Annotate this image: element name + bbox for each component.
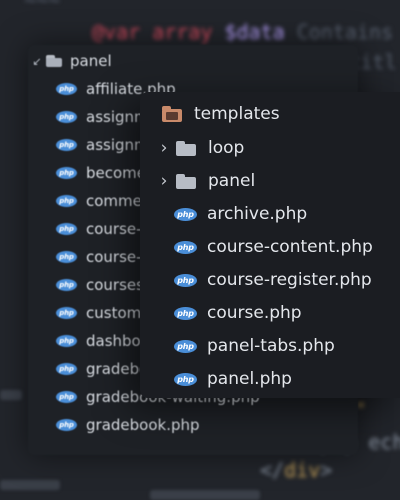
file-explorer-panel-front: templates › loop › panel php archive.php … bbox=[140, 92, 400, 398]
tree-file[interactable]: php dashbo bbox=[56, 327, 141, 355]
tree-file[interactable]: php course- bbox=[56, 215, 142, 243]
chevron-down-icon[interactable]: ↙ bbox=[28, 55, 46, 68]
file-label: panel-tabs.php bbox=[207, 336, 335, 356]
tree-file[interactable]: php gradebook.php bbox=[56, 411, 200, 439]
php-file-icon: php bbox=[56, 279, 77, 291]
file-label: gradebo bbox=[86, 360, 149, 378]
php-file-icon: php bbox=[174, 372, 197, 386]
tree-file[interactable]: php course- bbox=[56, 243, 142, 271]
file-label: panel.php bbox=[207, 369, 292, 389]
php-file-icon: php bbox=[56, 167, 77, 179]
php-file-icon: php bbox=[56, 111, 77, 123]
php-file-icon: php bbox=[56, 83, 77, 95]
file-label: dashbo bbox=[86, 332, 141, 350]
tree-file[interactable]: php archive.php bbox=[174, 198, 307, 230]
file-label: courses bbox=[86, 276, 144, 294]
tree-folder-panel[interactable]: › panel bbox=[152, 165, 256, 197]
tree-file[interactable]: php become bbox=[56, 159, 146, 187]
php-file-icon: php bbox=[56, 335, 77, 347]
file-label: custom bbox=[86, 304, 142, 322]
folder-open-icon bbox=[46, 55, 62, 67]
php-file-icon: php bbox=[56, 363, 77, 375]
tree-file[interactable]: php assignm bbox=[56, 131, 149, 159]
code-blur bbox=[0, 480, 60, 490]
tree-file[interactable]: php courses bbox=[56, 271, 144, 299]
code-line: @var array $data Contains bbox=[92, 20, 394, 44]
php-file-icon: php bbox=[174, 339, 197, 353]
tree-file[interactable]: php assignm bbox=[56, 103, 149, 131]
folder-label: panel bbox=[70, 52, 112, 70]
tree-file[interactable]: php panel-tabs.php bbox=[174, 330, 335, 362]
code-line: ~~~ bbox=[0, 0, 61, 12]
tree-folder-panel[interactable]: ↙ panel bbox=[28, 47, 112, 75]
folder-icon bbox=[176, 140, 196, 156]
file-label: course-content.php bbox=[207, 237, 373, 257]
file-label: course-register.php bbox=[207, 270, 372, 290]
folder-icon bbox=[176, 173, 196, 189]
tree-file[interactable]: php comme bbox=[56, 187, 142, 215]
tree-file[interactable]: php course-content.php bbox=[174, 231, 373, 263]
file-label: comme bbox=[86, 192, 142, 210]
code-line: </div> bbox=[260, 458, 333, 482]
php-file-icon: php bbox=[56, 195, 77, 207]
chevron-right-icon[interactable]: › bbox=[152, 171, 176, 191]
tree-file[interactable]: php gradebo bbox=[56, 355, 148, 383]
folder-label: templates bbox=[194, 104, 280, 124]
file-label: archive.php bbox=[207, 204, 308, 224]
php-file-icon: php bbox=[56, 139, 77, 151]
tree-file[interactable]: php panel.php bbox=[174, 363, 292, 395]
file-label: course.php bbox=[207, 303, 302, 323]
tree-file[interactable]: php course.php bbox=[174, 297, 302, 329]
code-blur bbox=[0, 390, 22, 400]
templates-folder-icon bbox=[162, 106, 182, 122]
php-file-icon: php bbox=[56, 223, 77, 235]
folder-label: panel bbox=[208, 171, 256, 191]
php-file-icon: php bbox=[56, 391, 77, 403]
tree-folder-loop[interactable]: › loop bbox=[152, 132, 245, 164]
php-file-icon: php bbox=[174, 207, 197, 221]
tree-file[interactable]: php course-register.php bbox=[174, 264, 372, 296]
code-blur bbox=[150, 490, 260, 500]
file-label: course- bbox=[86, 248, 142, 266]
php-file-icon: php bbox=[174, 240, 197, 254]
php-file-icon: php bbox=[56, 419, 77, 431]
php-file-icon: php bbox=[174, 273, 197, 287]
php-file-icon: php bbox=[174, 306, 197, 320]
folder-label: loop bbox=[208, 138, 245, 158]
php-file-icon: php bbox=[56, 307, 77, 319]
file-label: gradebook.php bbox=[86, 416, 200, 434]
tree-file[interactable]: php custom bbox=[56, 299, 141, 327]
chevron-right-icon[interactable]: › bbox=[152, 138, 176, 158]
tree-folder-templates[interactable]: templates bbox=[162, 98, 280, 130]
php-file-icon: php bbox=[56, 251, 77, 263]
file-label: course- bbox=[86, 220, 142, 238]
file-label: become bbox=[86, 164, 147, 182]
